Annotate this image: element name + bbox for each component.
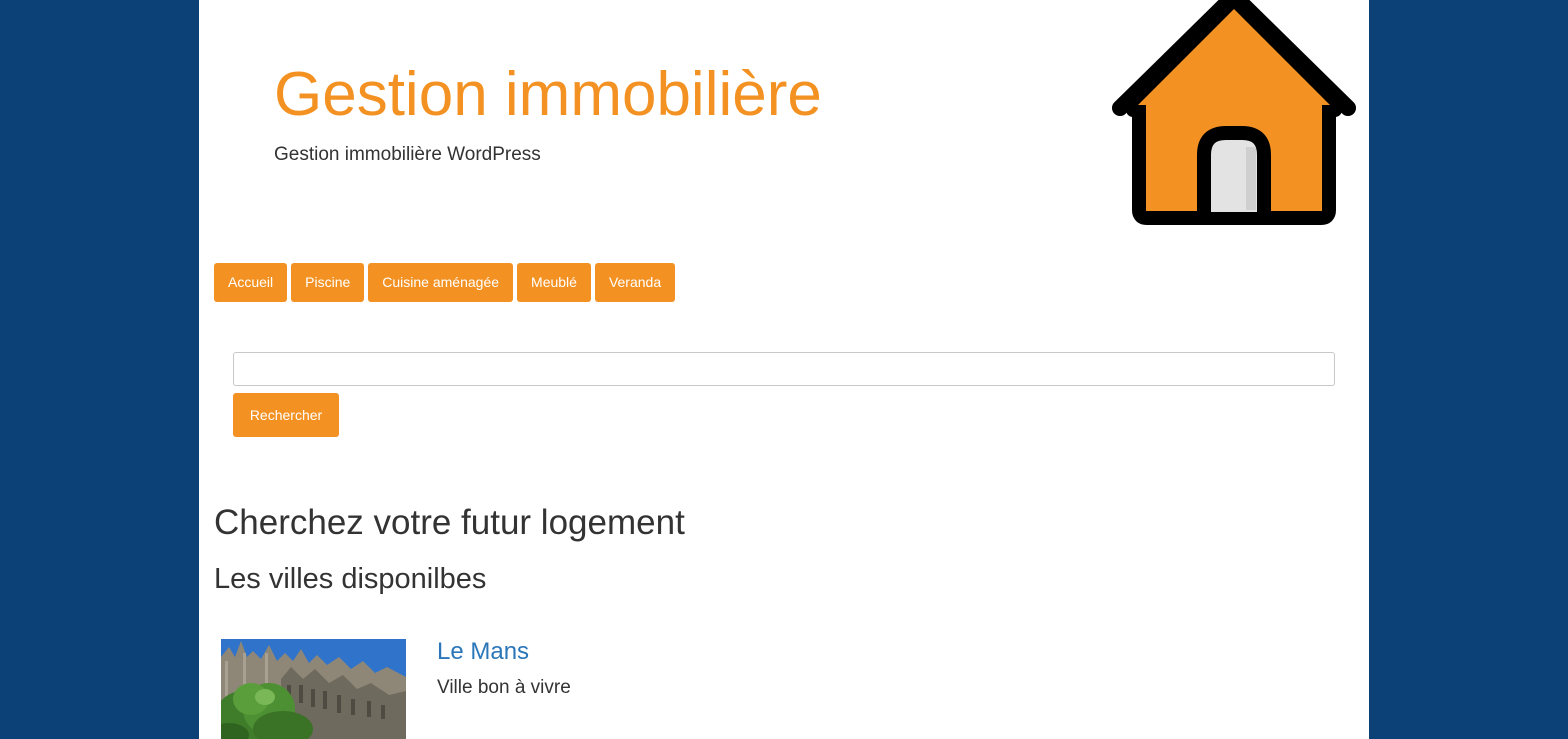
nav-item-meuble[interactable]: Meublé xyxy=(517,263,591,302)
house-icon[interactable] xyxy=(1111,0,1357,230)
cities-heading: Les villes disponilbes xyxy=(214,563,487,595)
city-thumbnail[interactable] xyxy=(221,639,406,739)
nav-item-cuisine-amenagee[interactable]: Cuisine aménagée xyxy=(368,263,514,302)
city-description: Ville bon à vivre xyxy=(437,677,571,698)
site-tagline: Gestion immobilière WordPress xyxy=(274,144,541,165)
cathedral-photo xyxy=(221,639,406,739)
page-heading: Cherchez votre futur logement xyxy=(214,503,685,542)
nav-item-veranda[interactable]: Veranda xyxy=(594,263,676,302)
search-input[interactable] xyxy=(233,352,1335,386)
page-container: Gestion immobilière Gestion immobilière … xyxy=(199,0,1369,739)
main-nav: Accueil Piscine Cuisine aménagée Meublé … xyxy=(214,263,676,302)
search-button[interactable]: Rechercher xyxy=(233,393,339,437)
nav-item-accueil[interactable]: Accueil xyxy=(214,263,288,302)
site-title[interactable]: Gestion immobilière xyxy=(274,58,822,132)
city-link-le-mans[interactable]: Le Mans xyxy=(437,637,529,667)
nav-item-piscine[interactable]: Piscine xyxy=(291,263,365,302)
